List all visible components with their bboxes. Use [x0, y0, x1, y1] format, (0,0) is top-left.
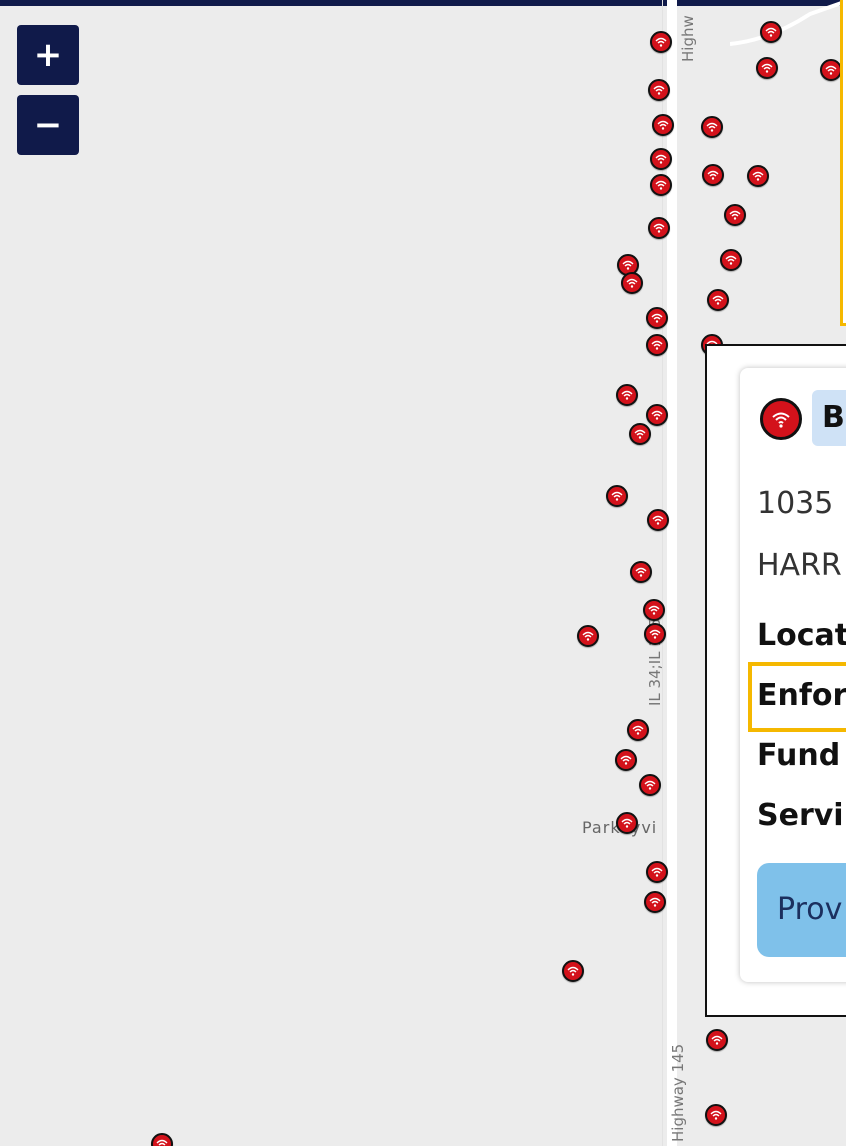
broadband-marker[interactable]	[616, 812, 638, 834]
broadband-marker[interactable]	[650, 148, 672, 170]
broadband-marker[interactable]	[646, 307, 668, 329]
zoom-out-button[interactable]: −	[17, 95, 79, 155]
broadband-marker[interactable]	[606, 485, 628, 507]
top-bar	[0, 0, 846, 6]
broadband-marker[interactable]	[643, 599, 665, 621]
provider-details-button[interactable]: Prov	[757, 863, 846, 957]
broadband-marker[interactable]	[646, 861, 668, 883]
broadband-marker[interactable]	[629, 423, 651, 445]
provider-badge: B	[812, 390, 846, 446]
broadband-marker[interactable]	[644, 891, 666, 913]
broadband-marker[interactable]	[652, 114, 674, 136]
location-field-label: Locat	[757, 618, 846, 653]
broadband-marker[interactable]	[639, 774, 661, 796]
broadband-marker[interactable]	[151, 1133, 173, 1146]
highway-145-road	[667, 0, 677, 1146]
broadband-marker[interactable]	[616, 384, 638, 406]
broadband-marker[interactable]	[646, 334, 668, 356]
funding-field-label: Fund	[757, 738, 841, 773]
broadband-marker[interactable]	[760, 21, 782, 43]
broadband-marker[interactable]	[720, 249, 742, 271]
broadband-marker[interactable]	[724, 204, 746, 226]
service-field-label: Servi	[757, 798, 844, 833]
broadband-marker[interactable]	[577, 625, 599, 647]
broadband-marker[interactable]	[701, 116, 723, 138]
wifi-broadband-icon	[760, 398, 802, 440]
map-canvas[interactable]: Highw IL 34;IL 145 Highway 145 Parkeyvi …	[0, 0, 846, 1146]
broadband-marker[interactable]	[647, 509, 669, 531]
address-line-1: 1035	[757, 486, 834, 521]
broadband-marker[interactable]	[705, 1104, 727, 1126]
broadband-marker[interactable]	[615, 749, 637, 771]
broadband-marker[interactable]	[648, 79, 670, 101]
road-label-highway145: Highway 145	[669, 1043, 687, 1142]
broadband-marker[interactable]	[756, 57, 778, 79]
broadband-marker[interactable]	[621, 272, 643, 294]
road-edge	[662, 0, 663, 1146]
broadband-marker[interactable]	[747, 165, 769, 187]
highlight-box	[840, 0, 846, 326]
broadband-marker[interactable]	[562, 960, 584, 982]
road-curve	[730, 0, 846, 46]
broadband-marker[interactable]	[627, 719, 649, 741]
broadband-marker[interactable]	[650, 174, 672, 196]
broadband-marker[interactable]	[644, 623, 666, 645]
road-label-top: Highw	[679, 15, 697, 62]
broadband-marker[interactable]	[648, 217, 670, 239]
broadband-marker[interactable]	[650, 31, 672, 53]
broadband-marker[interactable]	[820, 59, 842, 81]
broadband-marker[interactable]	[702, 164, 724, 186]
broadband-marker[interactable]	[630, 561, 652, 583]
broadband-marker[interactable]	[707, 289, 729, 311]
broadband-marker[interactable]	[706, 1029, 728, 1051]
broadband-marker[interactable]	[646, 404, 668, 426]
zoom-in-button[interactable]: +	[17, 25, 79, 85]
enforceable-highlight	[748, 662, 846, 732]
address-line-2: HARR	[757, 548, 842, 583]
